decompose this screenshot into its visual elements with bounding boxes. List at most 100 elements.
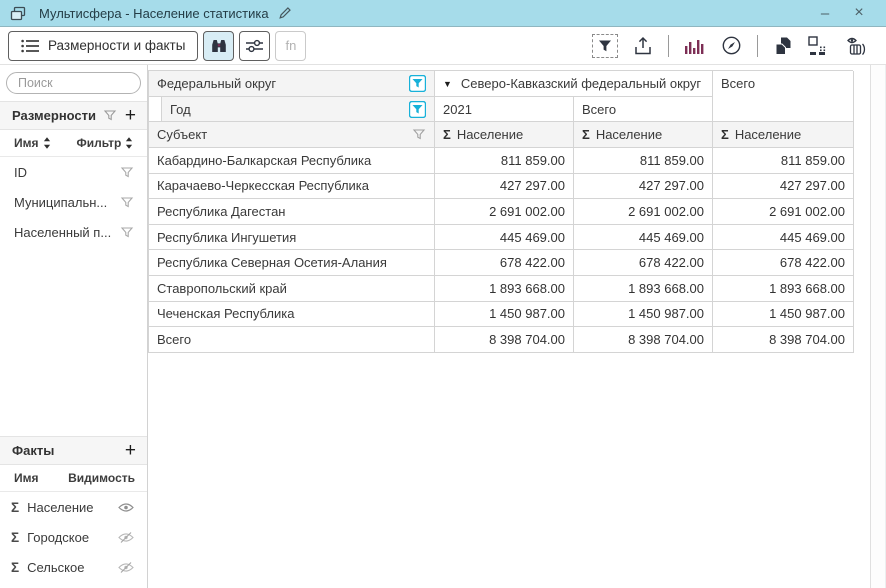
navigation-compass-button[interactable] [721,35,742,56]
rename-pencil-icon[interactable] [278,6,292,20]
value-cell[interactable]: 1 450 987.00 [713,302,854,328]
fact-row[interactable]: Σ Сельское [0,552,147,582]
value-cell[interactable]: 1 893 668.00 [574,276,713,302]
facts-columns-header: Имя Видимость [0,465,147,492]
filter-tool-button[interactable] [592,34,618,58]
column-group-header[interactable]: ▼ Северо-Кавказский федеральный округ [435,71,713,97]
value-cell[interactable]: 427 297.00 [435,174,574,200]
value-cell[interactable]: 811 859.00 [435,148,574,174]
subject-filter-icon[interactable] [412,128,426,141]
value-cell[interactable]: 2 691 002.00 [574,199,713,225]
grand-total-column-header[interactable]: Всего [713,71,854,122]
facts-name-column-label: Имя [14,471,39,485]
close-button[interactable]: × [842,0,876,26]
copy-button[interactable] [773,36,793,56]
toolbar-right-group [592,34,878,58]
measure-header[interactable]: Σ Население [574,122,713,148]
dimension-name: Населенный п... [14,225,111,240]
group-total-column-header[interactable]: Всего [574,97,713,122]
fact-name: Население [27,500,93,515]
value-cell[interactable]: 445 469.00 [435,225,574,251]
column-dimension-inner[interactable]: Год [161,97,434,121]
name-column-header[interactable]: Имя [14,136,51,150]
compass-icon [721,35,742,56]
measure-header[interactable]: Σ Население [713,122,854,148]
value-cell[interactable]: 811 859.00 [574,148,713,174]
visibility-eye-off-icon[interactable] [118,532,134,543]
data-view-button[interactable] [846,36,869,56]
facts-section: Факты + Имя Видимость Σ Население [0,436,147,588]
row-dimension-label: Федеральный округ [157,76,276,91]
dimension-filter-icon[interactable] [120,196,134,209]
filter-column-header[interactable]: Фильтр [77,136,134,150]
dimension-filter-icon[interactable] [120,226,134,239]
dimension-filter-icon[interactable] [120,166,134,179]
value-cell[interactable]: 8 398 704.00 [435,327,574,353]
sigma-icon: Σ [443,127,451,142]
subject-cell[interactable]: Ставропольский край [149,276,435,302]
column-dimension-filter-icon[interactable] [409,101,426,118]
subject-cell[interactable]: Всего [149,327,435,353]
collapse-triangle-icon[interactable]: ▼ [443,79,452,89]
fact-row[interactable]: Σ Население [0,492,147,522]
vertical-scrollbar[interactable] [870,65,886,588]
value-cell[interactable]: 445 469.00 [574,225,713,251]
value-cell[interactable]: 678 422.00 [713,250,854,276]
value-cell[interactable]: 8 398 704.00 [574,327,713,353]
dimension-row[interactable]: ID [0,157,147,187]
find-binoculars-button[interactable] [203,31,234,61]
value-cell[interactable]: 1 893 668.00 [435,276,574,302]
value-cell[interactable]: 1 450 987.00 [435,302,574,328]
chart-button[interactable] [684,37,706,55]
name-column-label: Имя [14,136,39,150]
value-cell[interactable]: 2 691 002.00 [435,199,574,225]
subject-cell[interactable]: Кабардино-Балкарская Республика [149,148,435,174]
subject-header-label: Субъект [157,127,207,142]
year-column-header[interactable]: 2021 [435,97,574,122]
visibility-eye-icon[interactable] [118,502,134,513]
dimensions-filter-icon[interactable] [103,109,117,122]
value-cell[interactable]: 427 297.00 [713,174,854,200]
subject-cell[interactable]: Карачаево-Черкесская Республика [149,174,435,200]
copy-pages-icon [773,36,793,56]
sigma-icon: Σ [11,500,19,515]
fact-row[interactable]: Σ Городское [0,522,147,552]
value-cell[interactable]: 1 450 987.00 [574,302,713,328]
measure-label: Население [596,127,662,142]
group-header-label: Северо-Кавказский федеральный округ [461,76,701,91]
hierarchy-tree-button[interactable] [808,36,831,55]
export-button[interactable] [633,36,653,55]
value-cell[interactable]: 8 398 704.00 [713,327,854,353]
facts-list: Σ Население [0,492,147,582]
subject-cell[interactable]: Республика Дагестан [149,199,435,225]
value-cell[interactable]: 811 859.00 [713,148,854,174]
value-cell[interactable]: 678 422.00 [574,250,713,276]
dimension-name: Муниципальн... [14,195,107,210]
toolbar-separator [668,35,669,57]
value-cell[interactable]: 427 297.00 [574,174,713,200]
settings-sliders-button[interactable] [239,31,270,61]
subject-cell[interactable]: Республика Северная Осетия-Алания [149,250,435,276]
search-input[interactable] [6,72,141,94]
visibility-eye-off-icon[interactable] [118,562,134,573]
search-container [0,65,147,101]
toolbar: Размерности и факты fn [0,27,886,65]
minimize-button[interactable]: – [808,0,842,26]
fn-formula-button[interactable]: fn [275,31,306,61]
dimensions-facts-panel-button[interactable]: Размерности и факты [8,31,198,61]
value-cell[interactable]: 678 422.00 [435,250,574,276]
subject-column-header[interactable]: Субъект [149,122,435,148]
value-cell[interactable]: 1 893 668.00 [713,276,854,302]
subject-cell[interactable]: Чеченская Республика [149,302,435,328]
dimensions-title: Размерности [12,108,96,123]
subject-cell[interactable]: Республика Ингушетия [149,225,435,251]
dimension-row[interactable]: Муниципальн... [0,187,147,217]
add-fact-button[interactable]: + [125,441,136,460]
row-dimension-filter-icon[interactable] [409,75,426,92]
value-cell[interactable]: 445 469.00 [713,225,854,251]
add-dimension-button[interactable]: + [125,106,136,125]
row-dimension-header[interactable]: Федеральный округ [149,71,435,97]
value-cell[interactable]: 2 691 002.00 [713,199,854,225]
dimension-row[interactable]: Населенный п... [0,217,147,247]
measure-header[interactable]: Σ Население [435,122,574,148]
